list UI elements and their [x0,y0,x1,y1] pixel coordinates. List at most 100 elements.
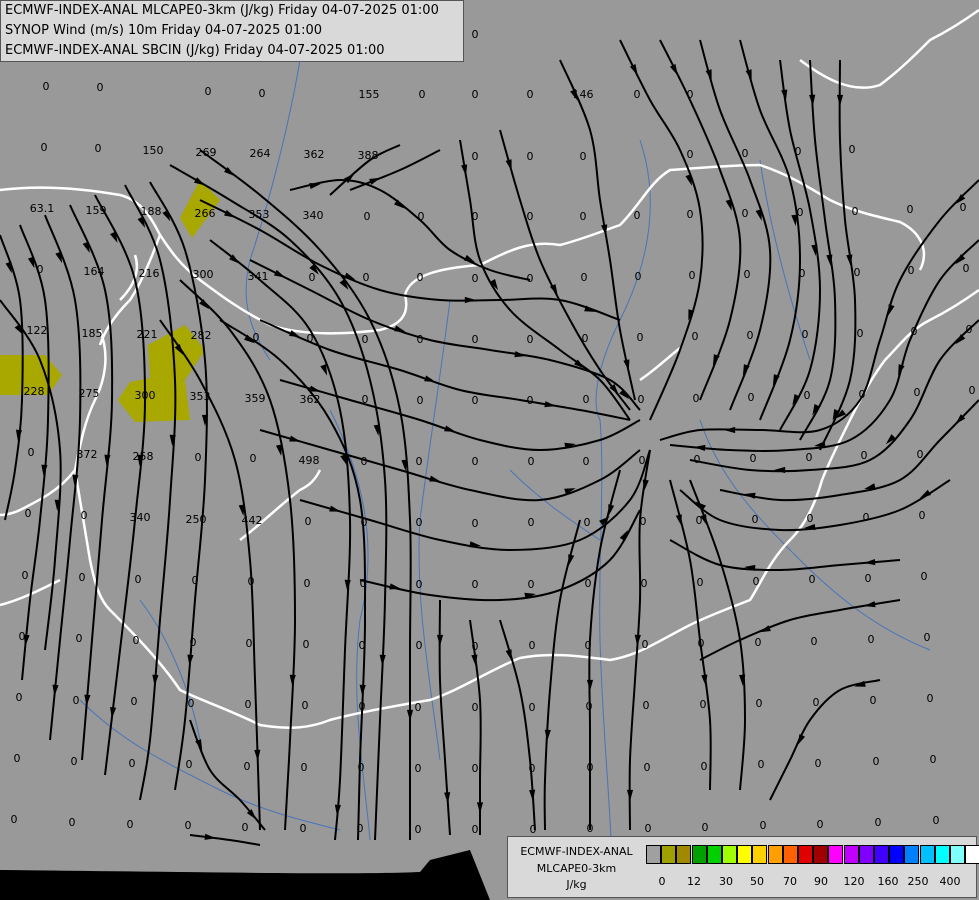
value-label: 150 [143,144,164,157]
value-label: 388 [358,149,379,162]
value-label: 0 [242,821,249,834]
legend-swatch [965,845,979,864]
value-label: 0 [472,517,479,530]
value-label: 0 [135,573,142,586]
value-label: 0 [852,205,859,218]
value-label: 0 [14,752,21,765]
value-label: 0 [359,700,366,713]
value-label: 0 [361,516,368,529]
value-label: 0 [753,575,760,588]
legend-swatch [782,845,798,864]
value-label: 0 [416,578,423,591]
value-label: 0 [527,394,534,407]
value-label: 0 [472,762,479,775]
value-label: 164 [84,265,105,278]
value-label: 0 [527,210,534,223]
value-label: 0 [195,451,202,464]
legend-swatch [691,845,707,864]
value-label: 0 [639,454,646,467]
value-label: 0 [811,635,818,648]
legend-tick-label: 30 [719,875,733,888]
value-label: 0 [358,761,365,774]
value-label: 0 [186,758,193,771]
value-label: 0 [917,448,924,461]
value-label: 0 [969,384,976,397]
value-label: 0 [97,81,104,94]
value-label: 0 [585,639,592,652]
value-label: 0 [472,333,479,346]
value-label: 0 [129,757,136,770]
value-label: 0 [305,515,312,528]
value-label: 372 [77,448,98,461]
value-label: 0 [527,272,534,285]
map-title-box: ECMWF-INDEX-ANAL MLCAPE0-3km (J/kg) Frid… [0,0,464,62]
value-label: 0 [185,819,192,832]
value-label: 0 [529,762,536,775]
value-label: 340 [303,209,324,222]
value-label: 269 [196,146,217,159]
value-label: 0 [799,267,806,280]
value-label: 0 [755,636,762,649]
value-label: 0 [472,578,479,591]
value-label: 0 [584,516,591,529]
value-label: 0 [81,509,88,522]
value-label: 0 [924,631,931,644]
value-label: 0 [472,640,479,653]
value-label: 0 [529,639,536,652]
legend-title-parameter: MLCAPE0-3km [536,862,617,875]
value-label: 0 [69,816,76,829]
value-label: 0 [857,327,864,340]
value-label: 0 [415,823,422,836]
value-label: 0 [687,148,694,161]
value-label: 0 [586,700,593,713]
legend-tick-label: 90 [814,875,828,888]
value-label: 442 [242,514,263,527]
value-label: 0 [865,572,872,585]
value-label: 0 [908,264,915,277]
value-label: 0 [472,455,479,468]
value-label: 0 [795,145,802,158]
value-label: 0 [875,816,882,829]
value-label: 0 [802,328,809,341]
value-label: 185 [82,327,103,340]
value-label: 0 [300,822,307,835]
value-label: 0 [817,818,824,831]
value-label: 0 [804,389,811,402]
value-label: 0 [95,142,102,155]
value-label: 0 [190,636,197,649]
value-label: 0 [638,393,645,406]
value-label: 0 [859,388,866,401]
value-label: 159 [86,204,107,217]
weather-map: 1310000001550001460000150269264362388000… [0,0,979,900]
value-label: 0 [416,516,423,529]
value-label: 0 [205,85,212,98]
value-label: 0 [911,325,918,338]
legend-swatch [752,845,768,864]
value-label: 0 [697,576,704,589]
value-label: 0 [637,331,644,344]
legend-swatch [676,845,692,864]
value-label: 188 [141,205,162,218]
value-label: 0 [527,150,534,163]
value-label: 0 [248,575,255,588]
value-label: 0 [41,141,48,154]
value-label: 0 [641,577,648,590]
value-label: 0 [359,639,366,652]
value-label: 155 [359,88,380,101]
value-label: 0 [307,332,314,345]
value-label: 0 [927,692,934,705]
value-label: 0 [966,323,973,336]
legend-swatch [904,845,920,864]
value-label: 0 [250,452,257,465]
value-label: 0 [472,272,479,285]
value-label: 0 [527,88,534,101]
value-label: 0 [930,753,937,766]
value-label: 0 [244,760,251,773]
value-label: 362 [300,393,321,406]
value-label: 0 [131,695,138,708]
value-label: 0 [797,206,804,219]
value-label: 0 [756,697,763,710]
value-label: 0 [16,691,23,704]
value-label: 0 [362,393,369,406]
value-label: 0 [963,262,970,275]
